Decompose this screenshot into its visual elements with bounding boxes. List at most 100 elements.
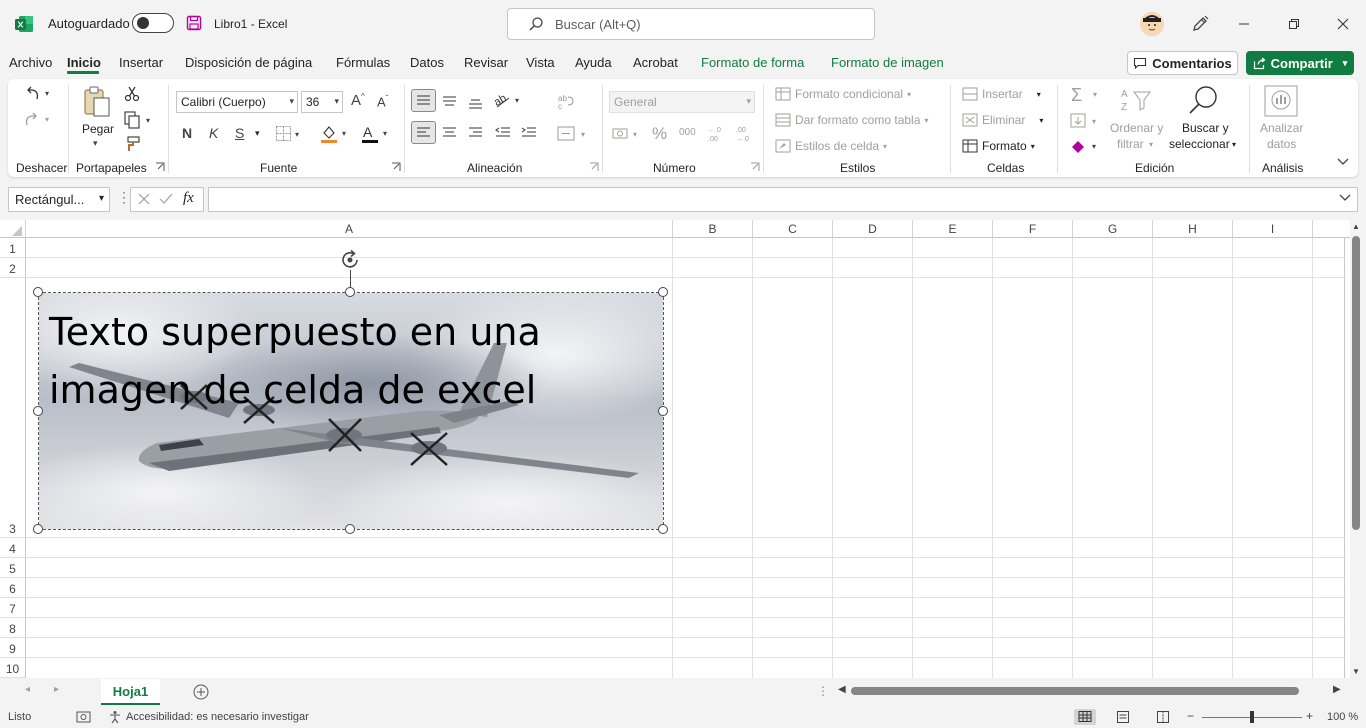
- analyze-data-label-line1[interactable]: Analizar: [1260, 121, 1303, 135]
- fill-icon[interactable]: ▾: [1070, 113, 1100, 129]
- tab-formato-de-imagen[interactable]: Formato de imagen: [831, 55, 944, 70]
- italic-button[interactable]: K: [209, 125, 218, 141]
- percent-icon[interactable]: %: [652, 124, 667, 144]
- orientation-icon[interactable]: ab ▾: [493, 90, 523, 110]
- insert-cells-button[interactable]: Insertar ▾: [962, 87, 1041, 101]
- search-box[interactable]: Buscar (Alt+Q): [507, 8, 875, 40]
- column-header-g[interactable]: G: [1073, 220, 1153, 238]
- enter-icon[interactable]: [159, 192, 173, 206]
- redo-icon[interactable]: ▾: [24, 111, 52, 129]
- name-box[interactable]: Rectángul... ▾: [8, 187, 110, 212]
- borders-icon[interactable]: ▾: [275, 125, 303, 143]
- pen-icon[interactable]: [1190, 14, 1210, 34]
- format-painter-icon[interactable]: [124, 136, 140, 152]
- column-header-a[interactable]: A: [26, 220, 673, 238]
- column-header-d[interactable]: D: [833, 220, 913, 238]
- cell-styles-button[interactable]: Estilos de celda ▾: [775, 139, 887, 153]
- row-header-4[interactable]: 4: [0, 538, 26, 558]
- sort-filter-label-line2[interactable]: filtrar: [1117, 137, 1144, 151]
- zoom-level[interactable]: 100 %: [1327, 711, 1358, 723]
- column-header-j[interactable]: [1313, 220, 1350, 238]
- select-all-corner[interactable]: [0, 220, 26, 238]
- font-size-combo[interactable]: 36 ▾: [301, 91, 343, 113]
- decrease-decimal-icon[interactable]: .00 →.0: [734, 124, 756, 144]
- align-middle-icon[interactable]: [440, 90, 460, 110]
- more-options-icon[interactable]: ⋮: [117, 189, 131, 206]
- underline-button[interactable]: S: [235, 125, 244, 141]
- resize-handle[interactable]: [33, 406, 43, 416]
- scroll-up-icon[interactable]: ▲: [1352, 222, 1360, 231]
- shrink-font-icon[interactable]: Aˇ: [377, 94, 388, 109]
- format-cells-button[interactable]: Formato ▾: [962, 139, 1035, 153]
- macro-recording-icon[interactable]: [76, 711, 92, 723]
- row-header-2[interactable]: 2: [0, 258, 26, 278]
- horizontal-scroll-thumb[interactable]: [851, 687, 1299, 695]
- number-format-combo[interactable]: General ▾: [609, 91, 755, 113]
- copy-icon[interactable]: ▾: [124, 111, 154, 129]
- paste-dropdown-icon[interactable]: ▾: [93, 138, 98, 149]
- format-as-table-button[interactable]: Dar formato como tabla ▾: [775, 113, 928, 127]
- tab-insertar[interactable]: Insertar: [119, 55, 163, 70]
- font-name-combo[interactable]: Calibri (Cuerpo) ▾: [176, 91, 298, 113]
- autosum-dropdown-icon[interactable]: ▾: [1093, 90, 1097, 99]
- tab-ayuda[interactable]: Ayuda: [575, 55, 612, 70]
- resize-handle[interactable]: [658, 524, 668, 534]
- sort-filter-icon[interactable]: AZ: [1120, 86, 1152, 114]
- thousands-separator-icon[interactable]: 000: [679, 127, 696, 138]
- find-select-dropdown-icon[interactable]: ▾: [1232, 140, 1236, 149]
- grow-font-icon[interactable]: A^: [351, 92, 365, 109]
- autosum-icon[interactable]: Σ: [1071, 85, 1082, 106]
- dialog-launcher-icon[interactable]: [155, 162, 165, 172]
- split-handle-icon[interactable]: ⋮: [817, 684, 829, 698]
- next-sheet-icon[interactable]: ▸: [54, 684, 59, 695]
- column-header-e[interactable]: E: [913, 220, 993, 238]
- user-avatar[interactable]: [1140, 12, 1164, 36]
- align-left-button[interactable]: [411, 121, 436, 144]
- font-color-icon[interactable]: A ▾: [361, 124, 391, 144]
- column-header-h[interactable]: H: [1153, 220, 1233, 238]
- autosave-toggle[interactable]: [132, 13, 174, 33]
- zoom-out-icon[interactable]: −: [1187, 709, 1194, 723]
- overlay-text[interactable]: Texto superpuesto en una imagen de celda…: [49, 303, 659, 419]
- save-icon[interactable]: [186, 15, 202, 31]
- row-header-3[interactable]: 3: [0, 278, 26, 538]
- delete-cells-button[interactable]: Eliminar ▾: [962, 113, 1043, 127]
- paste-button[interactable]: [82, 86, 112, 118]
- scroll-right-icon[interactable]: ▶: [1333, 684, 1341, 695]
- restore-button[interactable]: [1280, 10, 1308, 38]
- comments-button[interactable]: Comentarios: [1127, 51, 1238, 75]
- undo-icon[interactable]: ▾: [24, 85, 52, 103]
- scroll-down-icon[interactable]: ▼: [1352, 667, 1360, 676]
- find-select-icon[interactable]: [1187, 85, 1219, 115]
- prev-sheet-icon[interactable]: ◂: [25, 684, 30, 695]
- dialog-launcher-icon[interactable]: [589, 162, 599, 172]
- resize-handle[interactable]: [345, 524, 355, 534]
- share-dropdown-icon[interactable]: ▾: [1343, 58, 1348, 69]
- tab-disposicion-de-pagina[interactable]: Disposición de página: [185, 55, 312, 70]
- tab-revisar[interactable]: Revisar: [464, 55, 508, 70]
- conditional-format-button[interactable]: Formato condicional ▾: [775, 87, 911, 101]
- tab-inicio[interactable]: Inicio: [67, 55, 101, 70]
- sort-filter-label-line1[interactable]: Ordenar y: [1110, 121, 1163, 135]
- row-header-5[interactable]: 5: [0, 558, 26, 578]
- decrease-indent-icon[interactable]: [493, 124, 513, 144]
- picture-shape[interactable]: Texto superpuesto en una imagen de celda…: [38, 292, 664, 530]
- fill-color-icon[interactable]: ▾: [320, 124, 350, 144]
- normal-view-button[interactable]: [1074, 709, 1096, 725]
- clear-icon[interactable]: ▾: [1070, 138, 1100, 154]
- resize-handle[interactable]: [33, 287, 43, 297]
- resize-handle[interactable]: [658, 406, 668, 416]
- underline-dropdown-icon[interactable]: ▾: [255, 128, 260, 139]
- increase-indent-icon[interactable]: [519, 124, 539, 144]
- rotate-handle-icon[interactable]: [339, 248, 363, 272]
- page-layout-view-icon[interactable]: [1115, 709, 1131, 725]
- analyze-data-icon[interactable]: [1264, 85, 1298, 117]
- expand-formula-bar-icon[interactable]: [1339, 193, 1351, 203]
- share-button[interactable]: Compartir ▾: [1246, 51, 1354, 75]
- zoom-slider-thumb[interactable]: [1250, 711, 1254, 723]
- cancel-icon[interactable]: [137, 192, 151, 206]
- vertical-scroll-thumb[interactable]: [1352, 236, 1360, 530]
- align-right-icon[interactable]: [466, 124, 486, 144]
- dialog-launcher-icon[interactable]: [750, 162, 760, 172]
- collapse-ribbon-icon[interactable]: [1336, 157, 1350, 167]
